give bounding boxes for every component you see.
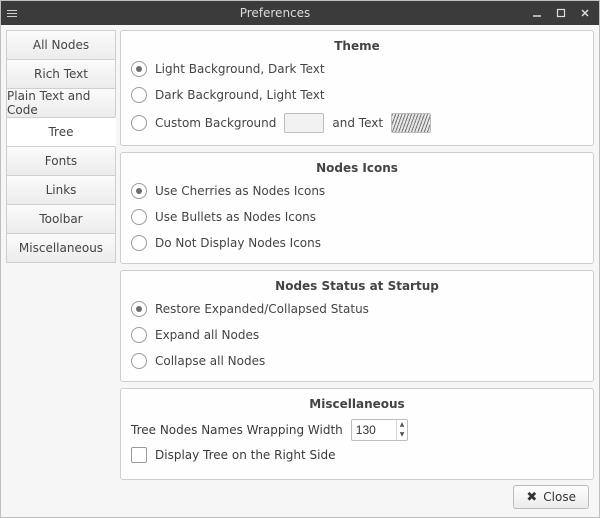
menu-icon[interactable] <box>7 10 21 17</box>
panel-nodes-icons: Nodes Icons Use Cherries as Nodes Icons … <box>120 152 594 264</box>
right-side-row[interactable]: Display Tree on the Right Side <box>131 447 583 463</box>
radio-icon <box>131 235 147 251</box>
radio-icon <box>131 87 147 103</box>
preferences-window: Preferences All NodesRich TextPlain Text… <box>0 0 600 518</box>
panel-miscellaneous: Miscellaneous Tree Nodes Names Wrapping … <box>120 388 594 480</box>
radio-icon <box>131 353 147 369</box>
radio-icon <box>131 183 147 199</box>
radio-icon <box>131 115 147 131</box>
panel-title-theme: Theme <box>131 39 583 53</box>
spin-arrows: ▲ ▼ <box>396 420 408 440</box>
spin-down-icon[interactable]: ▼ <box>397 430 408 440</box>
titlebar: Preferences <box>1 1 599 25</box>
startup-restore-label: Restore Expanded/Collapsed Status <box>155 302 369 316</box>
window-title: Preferences <box>21 6 529 20</box>
radio-icon <box>131 61 147 77</box>
icons-option-cherries[interactable]: Use Cherries as Nodes Icons <box>131 183 583 199</box>
icons-none-label: Do Not Display Nodes Icons <box>155 236 321 250</box>
theme-option-dark[interactable]: Dark Background, Light Text <box>131 87 583 103</box>
startup-expand-label: Expand all Nodes <box>155 328 259 342</box>
category-tabs: All NodesRich TextPlain Text and CodeTre… <box>6 30 116 479</box>
startup-collapse-label: Collapse all Nodes <box>155 354 265 368</box>
dialog-footer: ✖ Close <box>1 479 599 517</box>
startup-option-expand[interactable]: Expand all Nodes <box>131 327 583 343</box>
close-icon[interactable] <box>577 6 593 20</box>
radio-icon <box>131 209 147 225</box>
wrap-width-label: Tree Nodes Names Wrapping Width <box>131 423 343 437</box>
tab-links[interactable]: Links <box>6 175 116 205</box>
dialog-body: All NodesRich TextPlain Text and CodeTre… <box>1 25 599 479</box>
tab-tree[interactable]: Tree <box>6 117 116 147</box>
right-side-label: Display Tree on the Right Side <box>155 448 336 462</box>
spin-up-icon[interactable]: ▲ <box>397 420 408 430</box>
panel-startup: Nodes Status at Startup Restore Expanded… <box>120 270 594 382</box>
theme-option-light[interactable]: Light Background, Dark Text <box>131 61 583 77</box>
checkbox-icon <box>131 447 147 463</box>
tab-toolbar[interactable]: Toolbar <box>6 204 116 234</box>
icons-option-bullets[interactable]: Use Bullets as Nodes Icons <box>131 209 583 225</box>
theme-custom-bg-label: Custom Background <box>155 116 276 130</box>
startup-option-collapse[interactable]: Collapse all Nodes <box>131 353 583 369</box>
bg-color-swatch[interactable] <box>284 113 324 133</box>
theme-custom-and-text-label: and Text <box>332 116 383 130</box>
text-color-swatch[interactable] <box>391 113 431 133</box>
theme-option-custom[interactable]: Custom Background and Text <box>131 113 583 133</box>
tab-miscellaneous[interactable]: Miscellaneous <box>6 233 116 263</box>
wrap-width-row: Tree Nodes Names Wrapping Width ▲ ▼ <box>131 419 583 441</box>
window-controls <box>529 6 593 20</box>
panel-theme: Theme Light Background, Dark Text Dark B… <box>120 30 594 146</box>
theme-dark-label: Dark Background, Light Text <box>155 88 325 102</box>
close-button-label: Close <box>543 490 576 504</box>
tab-plain-text-and-code[interactable]: Plain Text and Code <box>6 88 116 118</box>
panel-title-nodes-icons: Nodes Icons <box>131 161 583 175</box>
minimize-icon[interactable] <box>529 6 545 20</box>
tab-all-nodes[interactable]: All Nodes <box>6 30 116 60</box>
maximize-icon[interactable] <box>553 6 569 20</box>
radio-icon <box>131 327 147 343</box>
panel-title-startup: Nodes Status at Startup <box>131 279 583 293</box>
close-button[interactable]: ✖ Close <box>513 485 589 509</box>
close-x-icon: ✖ <box>526 491 537 504</box>
wrap-width-input[interactable] <box>352 423 396 437</box>
icons-option-none[interactable]: Do Not Display Nodes Icons <box>131 235 583 251</box>
radio-icon <box>131 301 147 317</box>
panel-title-misc: Miscellaneous <box>131 397 583 411</box>
tab-fonts[interactable]: Fonts <box>6 146 116 176</box>
icons-bullets-label: Use Bullets as Nodes Icons <box>155 210 316 224</box>
wrap-width-spinbox[interactable]: ▲ ▼ <box>351 419 409 441</box>
icons-cherries-label: Use Cherries as Nodes Icons <box>155 184 325 198</box>
startup-option-restore[interactable]: Restore Expanded/Collapsed Status <box>131 301 583 317</box>
tab-rich-text[interactable]: Rich Text <box>6 59 116 89</box>
content-pane: Theme Light Background, Dark Text Dark B… <box>120 30 594 479</box>
theme-light-label: Light Background, Dark Text <box>155 62 325 76</box>
